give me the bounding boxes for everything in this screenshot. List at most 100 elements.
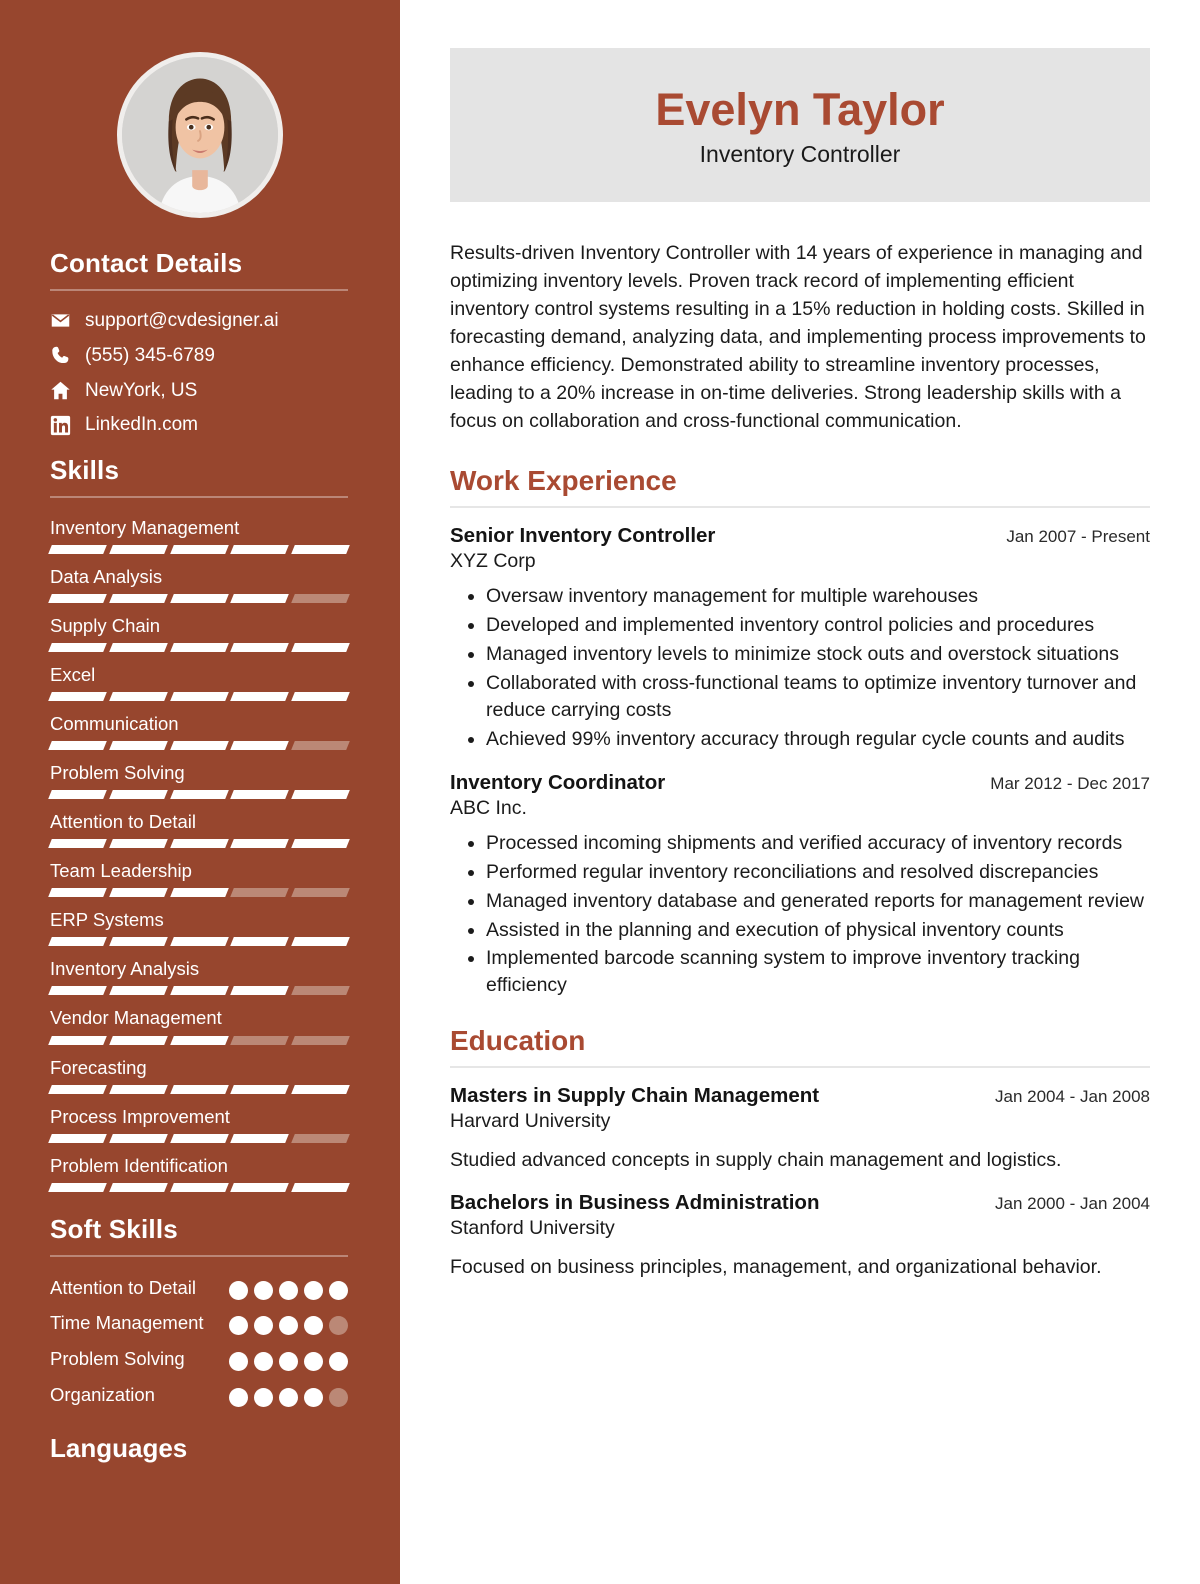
skill-level-bar: [48, 1133, 350, 1143]
soft-skill-rating: [229, 1310, 348, 1336]
skill-segment: [48, 888, 107, 898]
skill-segment: [230, 692, 290, 702]
skill-segment: [48, 790, 107, 800]
education-section: Education Masters in Supply Chain Manage…: [450, 1025, 1150, 1281]
skill-label: Problem Identification: [50, 1154, 228, 1176]
contact-item-linkedin[interactable]: LinkedIn.com: [50, 413, 348, 437]
skill-segment: [230, 594, 290, 604]
skill-level-bar: [48, 1182, 350, 1192]
skill-segment: [108, 692, 168, 702]
skill-label: Forecasting: [50, 1056, 147, 1078]
resume-page: Contact Details support@cvdesigner.ai (5…: [0, 0, 1200, 1584]
rating-dot: [304, 1280, 323, 1300]
linkedin-icon: [50, 415, 71, 436]
profile-photo-icon: [122, 57, 278, 213]
skill-level-bar: [48, 839, 350, 849]
list-item: Managed inventory levels to minimize sto…: [486, 641, 1150, 668]
skill-row: Data Analysis: [48, 565, 350, 604]
skill-segment: [291, 594, 350, 604]
work-entry-bullets: Oversaw inventory management for multipl…: [450, 583, 1150, 752]
soft-skill-label: Organization: [50, 1384, 155, 1406]
soft-skill-row: Problem Solving: [50, 1346, 348, 1373]
skill-label: Process Improvement: [50, 1105, 230, 1127]
soft-skills-section: Soft Skills Attention to Detail Time Mana…: [0, 1214, 400, 1409]
skill-segment: [230, 790, 290, 800]
education-heading: Education: [450, 1025, 586, 1057]
contact-value-email: support@cvdesigner.ai: [85, 310, 279, 331]
skill-segment: [291, 1035, 350, 1045]
skill-segment: [48, 692, 107, 702]
skill-segment: [48, 643, 107, 653]
soft-skill-label: Time Management: [50, 1312, 204, 1334]
skill-level-bar: [48, 1035, 350, 1045]
skills-list: Inventory Management Data Analysis Supply …: [48, 516, 350, 1192]
skill-level-bar: [48, 937, 350, 947]
rating-dot: [279, 1352, 298, 1372]
work-entry-title: Senior Inventory Controller: [450, 524, 716, 548]
skill-segment: [230, 1084, 290, 1094]
work-entry: Senior Inventory Controller Jan 2007 - Pr…: [450, 524, 1150, 752]
phone-icon: [50, 345, 71, 366]
skill-segment: [108, 1084, 168, 1094]
skill-segment: [169, 1084, 229, 1094]
contact-divider: [50, 289, 348, 291]
skill-segment: [291, 1182, 350, 1192]
skill-segment: [169, 692, 229, 702]
contact-section: Contact Details support@cvdesigner.ai (5…: [0, 248, 400, 437]
education-entry-header: Masters in Supply Chain Management Jan 20…: [450, 1084, 1150, 1108]
soft-skills-list: Attention to Detail Time Management Proble…: [50, 1275, 348, 1409]
rating-dot: [229, 1316, 248, 1336]
list-item: Developed and implemented inventory cont…: [486, 612, 1150, 639]
rating-dot: [254, 1316, 273, 1336]
skill-row: Vendor Management: [48, 1006, 350, 1045]
job-title: Inventory Controller: [699, 141, 901, 168]
skill-label: Team Leadership: [50, 860, 192, 882]
rating-dot: [279, 1280, 298, 1300]
contact-item-phone[interactable]: (555) 345-6789: [50, 344, 348, 368]
work-entry: Inventory Coordinator Mar 2012 - Dec 2017…: [450, 771, 1150, 999]
skill-label: Inventory Management: [50, 517, 240, 538]
skill-segment: [169, 1182, 229, 1192]
skill-segment: [48, 839, 107, 849]
skill-level-bar: [48, 986, 350, 996]
work-experience-section: Work Experience Senior Inventory Control…: [450, 465, 1150, 999]
education-entry-description: Focused on business principles, manageme…: [450, 1255, 1102, 1278]
skill-row: Inventory Management: [48, 516, 350, 555]
work-entry-company: XYZ Corp: [450, 550, 536, 573]
skill-segment: [108, 1182, 168, 1192]
skill-row: Team Leadership: [48, 859, 350, 898]
skill-segment: [169, 545, 229, 555]
skill-segment: [108, 839, 168, 849]
contact-item-email[interactable]: support@cvdesigner.ai: [50, 309, 348, 333]
soft-skill-rating: [229, 1346, 348, 1372]
skill-segment: [230, 937, 290, 947]
work-entry-date: Mar 2012 - Dec 2017: [990, 773, 1150, 793]
name-card: Evelyn Taylor Inventory Controller: [450, 48, 1150, 203]
skill-label: Data Analysis: [50, 566, 163, 588]
skill-segment: [108, 643, 168, 653]
list-item: Implemented barcode scanning system to i…: [486, 945, 1150, 999]
work-entries: Senior Inventory Controller Jan 2007 - Pr…: [450, 524, 1150, 999]
skill-segment: [230, 839, 290, 849]
skill-segment: [108, 790, 168, 800]
skills-heading: Skills: [50, 455, 120, 485]
work-entry-bullets: Processed incoming shipments and verifie…: [450, 830, 1150, 999]
skill-segment: [169, 741, 229, 751]
soft-skill-row: Organization: [50, 1382, 348, 1409]
skill-segment: [230, 1133, 290, 1143]
envelope-icon: [50, 310, 71, 331]
rating-dot: [329, 1316, 348, 1336]
skill-segment: [230, 545, 290, 555]
skill-segment: [108, 594, 168, 604]
education-entry-date: Jan 2004 - Jan 2008: [994, 1087, 1150, 1107]
soft-skill-row: Attention to Detail: [50, 1275, 348, 1302]
skill-row: ERP Systems: [48, 908, 350, 947]
skill-label: Inventory Analysis: [50, 958, 200, 980]
skill-segment: [291, 888, 350, 898]
skill-level-bar: [48, 643, 350, 653]
work-experience-divider: [450, 506, 1150, 509]
list-item: Achieved 99% inventory accuracy through …: [486, 726, 1150, 753]
skill-segment: [108, 888, 168, 898]
contact-item-location[interactable]: NewYork, US: [50, 379, 348, 403]
skill-segment: [108, 986, 168, 996]
